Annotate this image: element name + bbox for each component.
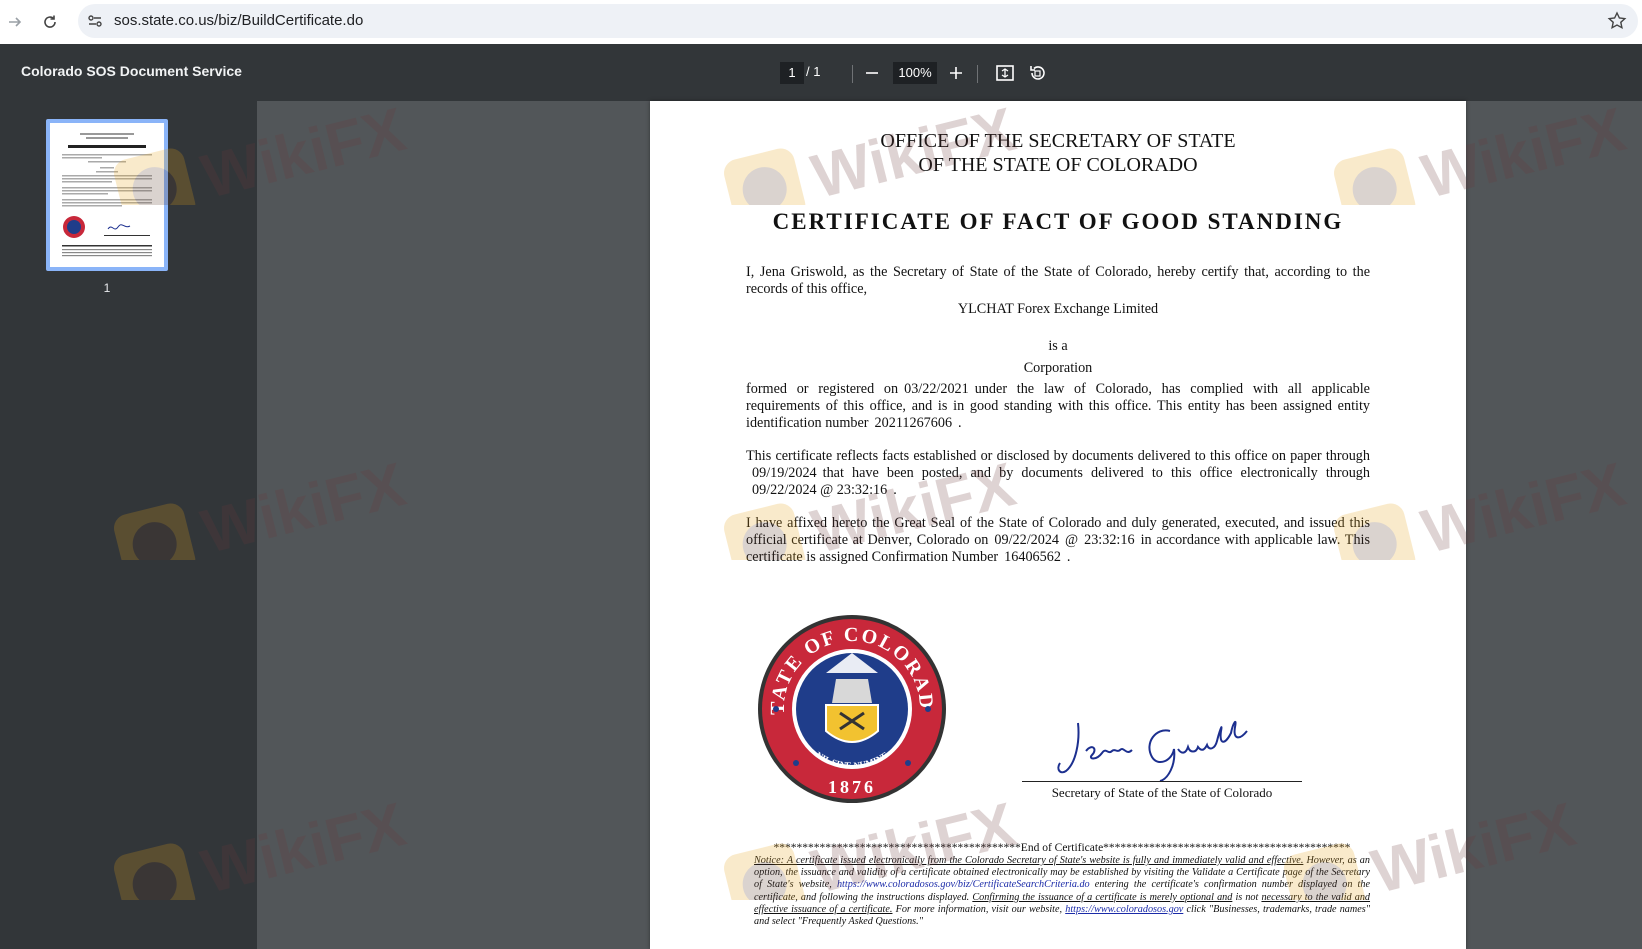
office-line-1: OFFICE OF THE SECRETARY OF STATE (880, 130, 1236, 152)
issue-time: 23:32:16 (1084, 532, 1135, 548)
paper-date: 09/19/2024 (752, 465, 817, 481)
notice-text: is not (1235, 891, 1259, 903)
page-number-input[interactable]: 1 (780, 62, 804, 84)
entity-type: Corporation (1023, 360, 1093, 376)
end-of-certificate: ****************************************… (773, 842, 1351, 854)
browser-bar: sos.state.co.us/biz/BuildCertificate.do (0, 0, 1642, 44)
bookmark-star-icon[interactable] (1606, 10, 1628, 32)
zoom-out-icon[interactable] (860, 61, 884, 85)
paragraph-text: . (1066, 549, 1071, 565)
url-text[interactable]: sos.state.co.us/biz/BuildCertificate.do (114, 12, 363, 29)
entity-id-number: 20211267606 (874, 415, 953, 431)
pdf-toolbar: Colorado SOS Document Service 1 / 1 100% (0, 44, 1642, 101)
certificate-search-link[interactable]: https://www.coloradosos.gov/biz/Certific… (837, 879, 1090, 890)
thumbnail-sidebar: 1 (0, 101, 257, 949)
reload-icon[interactable] (37, 9, 63, 35)
site-info-icon[interactable] (86, 12, 104, 30)
toolbar-divider (977, 65, 978, 83)
issue-date: 09/22/2024 (994, 532, 1060, 548)
electronic-date: 09/22/2024 @ 23:32:16 (752, 482, 888, 498)
page-thumbnail[interactable] (46, 119, 168, 271)
paragraph-text: formed or registered on (746, 381, 899, 397)
paragraph-text: . (893, 482, 897, 498)
intro-paragraph: I, Jena Griswold, as the Secretary of St… (746, 264, 1370, 297)
page-total: / 1 (806, 64, 821, 79)
fit-page-icon[interactable] (993, 61, 1017, 85)
paragraph-seal: I have affixed hereto the Great Seal of … (746, 515, 1370, 566)
document-title: Colorado SOS Document Service (21, 63, 242, 79)
forward-arrow-icon[interactable] (2, 9, 28, 35)
toolbar-divider (852, 65, 853, 83)
paragraph-text: . (958, 415, 962, 431)
notice-text: Confirming the issuance of a certificate… (972, 891, 1233, 903)
paragraph-text: that have been posted, and by documents … (822, 465, 1370, 481)
seal-year: 1876 (828, 777, 876, 797)
pdf-viewer: OFFICE OF THE SECRETARY OF STATE OF THE … (257, 101, 1642, 949)
secretary-signature (1057, 720, 1248, 781)
notice-text: For more information, visit our website, (895, 903, 1063, 915)
address-bar[interactable]: sos.state.co.us/biz/BuildCertificate.do (78, 4, 1638, 38)
office-line-2: OF THE STATE OF COLORADO (918, 154, 1198, 176)
rotate-icon[interactable] (1025, 61, 1049, 85)
paragraph-text: This certificate reflects facts establis… (746, 448, 1370, 464)
thumbnail-page-number: 1 (103, 281, 111, 295)
entity-name: YLCHAT Forex Exchange Limited (957, 301, 1159, 317)
signature-line (1022, 781, 1302, 782)
zoom-input[interactable]: 100% (893, 62, 937, 84)
colorado-state-seal: STATE OF COLORADO 1876 NIL SINE NUMINE (756, 613, 946, 803)
coloradosos-website-link[interactable]: https://www.coloradosos.gov (1065, 904, 1183, 915)
formed-date: 03/22/2021 (904, 381, 969, 397)
is-a-text: is a (1048, 338, 1068, 354)
notice-text: Notice: A certificate issued electronica… (754, 855, 1304, 866)
paragraph-formation: formed or registered on 03/22/2021 under t… (746, 381, 1370, 432)
zoom-in-icon[interactable] (944, 61, 968, 85)
issue-at-symbol: @ (1065, 532, 1079, 548)
signature-label: Secretary of State of the State of Color… (1051, 785, 1273, 800)
confirmation-number: 16406562 (1004, 549, 1061, 565)
validation-notice: Notice: A certificate issued electronica… (754, 855, 1370, 928)
pdf-page: OFFICE OF THE SECRETARY OF STATE OF THE … (650, 101, 1466, 949)
certificate-title: CERTIFICATE OF FACT OF GOOD STANDING (772, 209, 1344, 234)
paragraph-facts: This certificate reflects facts establis… (746, 448, 1370, 499)
